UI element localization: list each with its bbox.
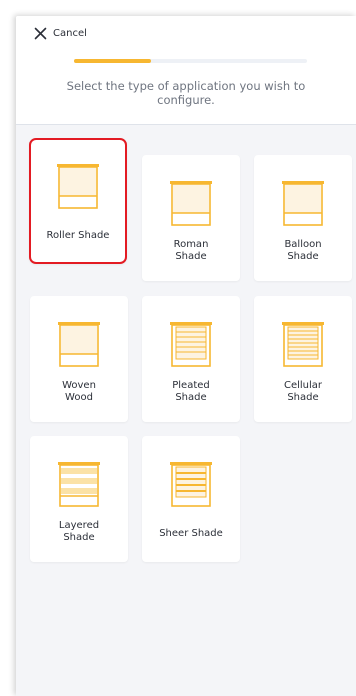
roman-shade-icon bbox=[170, 181, 212, 226]
sheer-shade-icon bbox=[170, 462, 212, 507]
card-roller-shade[interactable]: Roller Shade bbox=[29, 138, 127, 264]
card-pleated-shade[interactable]: Pleated Shade bbox=[142, 296, 240, 422]
app-frame: Cancel Select the type of application yo… bbox=[16, 16, 356, 696]
card-balloon-shade[interactable]: Balloon Shade bbox=[254, 155, 352, 281]
cancel-button[interactable]: Cancel bbox=[34, 24, 87, 42]
progress-bar bbox=[74, 59, 307, 63]
pleated-shade-icon bbox=[170, 322, 212, 367]
card-sheer-shade[interactable]: Sheer Shade bbox=[142, 436, 240, 562]
card-label: Layered Shade bbox=[58, 520, 100, 543]
instruction-text: Select the type of application you wish … bbox=[66, 79, 306, 107]
card-label: Sheer Shade bbox=[159, 528, 223, 539]
balloon-shade-icon bbox=[282, 181, 324, 226]
woven-wood-icon bbox=[58, 322, 100, 367]
card-label: Pleated Shade bbox=[172, 380, 210, 403]
cellular-shade-icon bbox=[282, 322, 324, 367]
header: Cancel Select the type of application yo… bbox=[16, 16, 356, 125]
product-grid: Roller Shade Roman Shade Balloon Shade W… bbox=[16, 125, 356, 696]
card-woven-wood[interactable]: Woven Wood bbox=[30, 296, 128, 422]
roller-shade-icon bbox=[57, 164, 99, 209]
card-layered-shade[interactable]: Layered Shade bbox=[30, 436, 128, 562]
progress-fill bbox=[74, 59, 151, 63]
card-label: Cellular Shade bbox=[283, 380, 323, 403]
card-label: Balloon Shade bbox=[284, 239, 322, 262]
card-cellular-shade[interactable]: Cellular Shade bbox=[254, 296, 352, 422]
cancel-label: Cancel bbox=[53, 27, 87, 39]
close-icon bbox=[34, 27, 47, 39]
card-roman-shade[interactable]: Roman Shade bbox=[142, 155, 240, 281]
card-label: Roller Shade bbox=[46, 230, 110, 241]
card-label: Roman Shade bbox=[173, 239, 209, 262]
card-label: Woven Wood bbox=[62, 380, 96, 403]
layered-shade-icon bbox=[58, 462, 100, 507]
